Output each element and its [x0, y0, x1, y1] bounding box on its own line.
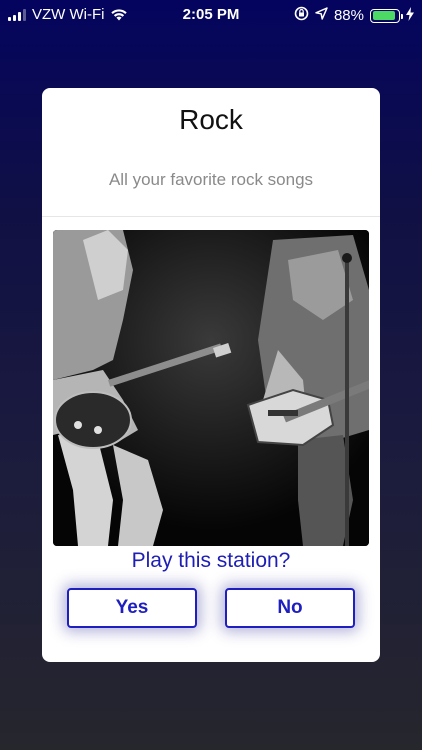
orientation-lock-icon: [294, 6, 309, 25]
battery-fill: [372, 11, 395, 20]
play-station-prompt: Play this station?: [131, 549, 291, 572]
station-subtitle: All your favorite rock songs: [108, 170, 314, 189]
location-icon: [315, 7, 328, 24]
charging-icon: [406, 6, 414, 25]
no-button[interactable]: No: [225, 588, 355, 628]
status-right: 88%: [294, 6, 414, 25]
status-bar: VZW Wi-Fi 2:05 PM 88%: [0, 0, 422, 30]
battery-percent: 88%: [333, 7, 364, 24]
yes-button[interactable]: Yes: [67, 588, 197, 628]
station-image: [53, 230, 369, 546]
station-card: Rock All your favorite rock songs Play t…: [42, 88, 380, 662]
divider: [42, 216, 380, 217]
station-title: Rock: [179, 104, 243, 135]
battery-icon: [370, 8, 403, 23]
